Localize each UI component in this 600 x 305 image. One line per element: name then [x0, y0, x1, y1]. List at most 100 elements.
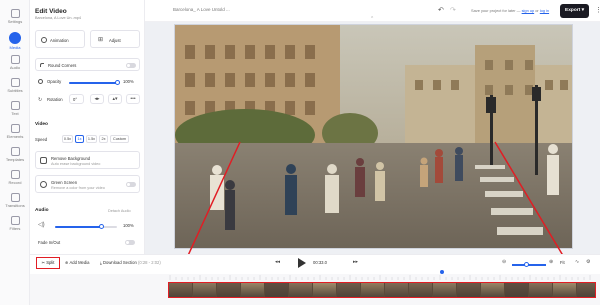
download-section-button[interactable]: ⤓ Download Section (0:28 - 2:02): [100, 260, 161, 265]
rail-item-text[interactable]: Text: [0, 101, 30, 123]
left-rail: Settings Media Audio Subtitles Text Elements T…: [0, 0, 30, 305]
round-corners-row: Round Corners: [35, 58, 140, 71]
filmstrip-frame: [313, 283, 336, 297]
speed-label: Speed: [35, 137, 48, 142]
animation-label: Animation: [50, 38, 69, 43]
save-message: Save your project for later — sign up or…: [471, 8, 550, 13]
rail-item-label: Filters: [9, 226, 21, 231]
speed-option[interactable]: 1.5x: [86, 135, 97, 143]
street-scene-image: [175, 25, 572, 248]
overflow-menu-icon[interactable]: ⋮: [595, 6, 600, 14]
playback-controls: ✂ Split ⊕ Add Media ⤓ Download Section (…: [30, 254, 600, 274]
green-screen-card[interactable]: Green Screen Remove a color from your vi…: [35, 175, 140, 193]
record-icon: [10, 170, 20, 179]
gear-icon: [10, 9, 20, 18]
animation-button[interactable]: Animation: [35, 30, 85, 48]
undo-icon[interactable]: ↶: [438, 6, 444, 14]
rail-item-audio[interactable]: Audio: [0, 55, 30, 77]
opacity-row: Opacity 100%: [35, 77, 140, 87]
templates-icon: [10, 147, 20, 156]
slider-thumb[interactable]: [114, 80, 120, 85]
project-name[interactable]: Barcelona_ A Love Untold ...: [173, 7, 230, 12]
speed-option[interactable]: 2x: [99, 135, 108, 143]
green-screen-subtitle: Remove a color from your video: [51, 186, 105, 190]
filmstrip-frame: [265, 283, 288, 297]
play-icon[interactable]: [298, 258, 306, 268]
chevron-down-icon: ▾: [581, 8, 584, 13]
filmstrip-frame: [361, 283, 384, 297]
speed-option[interactable]: Custom: [110, 135, 129, 143]
rail-item-label: Text: [11, 111, 19, 116]
text-icon: [10, 101, 20, 110]
speed-option[interactable]: 0.5x: [62, 135, 73, 143]
fit-button[interactable]: Fit: [560, 260, 565, 265]
volume-slider[interactable]: [55, 224, 117, 229]
slider-fill: [69, 82, 117, 84]
add-media-button[interactable]: ⊕ Add Media: [65, 260, 89, 265]
skip-back-icon[interactable]: ◂◂: [275, 259, 280, 265]
flip-vertical-button[interactable]: ▴▾: [108, 94, 122, 104]
zoom-slider-thumb[interactable]: [524, 262, 529, 267]
more-options-button[interactable]: •••: [126, 94, 140, 104]
fade-toggle[interactable]: [125, 240, 135, 245]
video-track-clip[interactable]: [168, 282, 596, 298]
flip-horizontal-button[interactable]: ◂▸: [90, 94, 104, 104]
zoom-out-icon[interactable]: ⊖: [502, 259, 506, 265]
settings-icon[interactable]: ⚙: [586, 259, 590, 265]
rail-item-record[interactable]: Record: [0, 170, 30, 192]
audio-icon: [10, 55, 20, 64]
round-corners-toggle[interactable]: [126, 63, 136, 68]
green-screen-toggle[interactable]: [126, 182, 136, 187]
export-button[interactable]: Export ▾: [560, 4, 589, 18]
opacity-icon: [38, 79, 43, 84]
rail-item-filters[interactable]: Filters: [0, 216, 30, 238]
round-corners-label: Round Corners: [48, 63, 77, 68]
split-button[interactable]: ✂ Split: [36, 257, 60, 269]
video-section-title: Video: [35, 122, 48, 127]
volume-row: ◁) 100%: [35, 221, 140, 231]
green-screen-icon: [40, 181, 47, 188]
rotation-icon: ↻: [38, 97, 43, 103]
skip-forward-icon[interactable]: ▸▸: [353, 259, 358, 265]
speed-option[interactable]: 1x: [75, 135, 84, 143]
expand-handle-icon[interactable]: ⌃: [370, 16, 374, 22]
adjust-button[interactable]: ⊞ Adjust: [90, 30, 140, 48]
current-time: 00:33.0: [313, 260, 327, 265]
filmstrip-frame: [505, 283, 528, 297]
rail-item-templates[interactable]: Templates: [0, 147, 30, 169]
rail-item-transitions[interactable]: Transitions: [0, 193, 30, 215]
scissors-icon: ✂: [41, 260, 46, 265]
waveform-icon[interactable]: ∿: [575, 259, 579, 265]
filters-icon: [10, 216, 20, 225]
filmstrip-frame: [337, 283, 360, 297]
opacity-slider[interactable]: [69, 80, 120, 85]
zoom-slider[interactable]: [512, 264, 546, 266]
plus-icon: [9, 32, 21, 44]
remove-background-title: Remove Background: [51, 156, 91, 161]
fade-row: Fade In/Out: [35, 238, 140, 248]
video-preview[interactable]: [174, 24, 573, 249]
redo-icon[interactable]: ↷: [450, 6, 456, 14]
sign-up-link[interactable]: sign up: [522, 8, 535, 13]
rail-item-elements[interactable]: Elements: [0, 124, 30, 146]
playhead-marker[interactable]: [440, 270, 444, 274]
rail-item-label: Audio: [9, 65, 21, 70]
add-circle-icon: ⊕: [65, 260, 69, 265]
rail-item-settings[interactable]: Settings: [0, 9, 30, 31]
filmstrip-frame: [553, 283, 576, 297]
timeline: [30, 270, 600, 305]
slider-thumb[interactable]: [99, 224, 104, 229]
rail-item-label: Settings: [7, 19, 23, 24]
rotation-input[interactable]: 0°: [69, 94, 84, 104]
opacity-label: Opacity: [47, 79, 62, 84]
log-in-link[interactable]: log in: [540, 8, 549, 13]
zoom-in-icon[interactable]: ⊕: [549, 259, 553, 265]
panel-filename: Barcelona, A Love Un..mp4: [35, 16, 82, 20]
remove-background-card[interactable]: Remove Background Auto erase background …: [35, 151, 140, 169]
detach-audio-link[interactable]: Detach Audio: [108, 209, 131, 213]
subtitles-icon: [10, 78, 20, 87]
rail-item-label: Subtitles: [7, 88, 23, 93]
rail-item-media[interactable]: Media: [0, 32, 30, 54]
rail-item-subtitles[interactable]: Subtitles: [0, 78, 30, 100]
filmstrip-frame: [217, 283, 240, 297]
